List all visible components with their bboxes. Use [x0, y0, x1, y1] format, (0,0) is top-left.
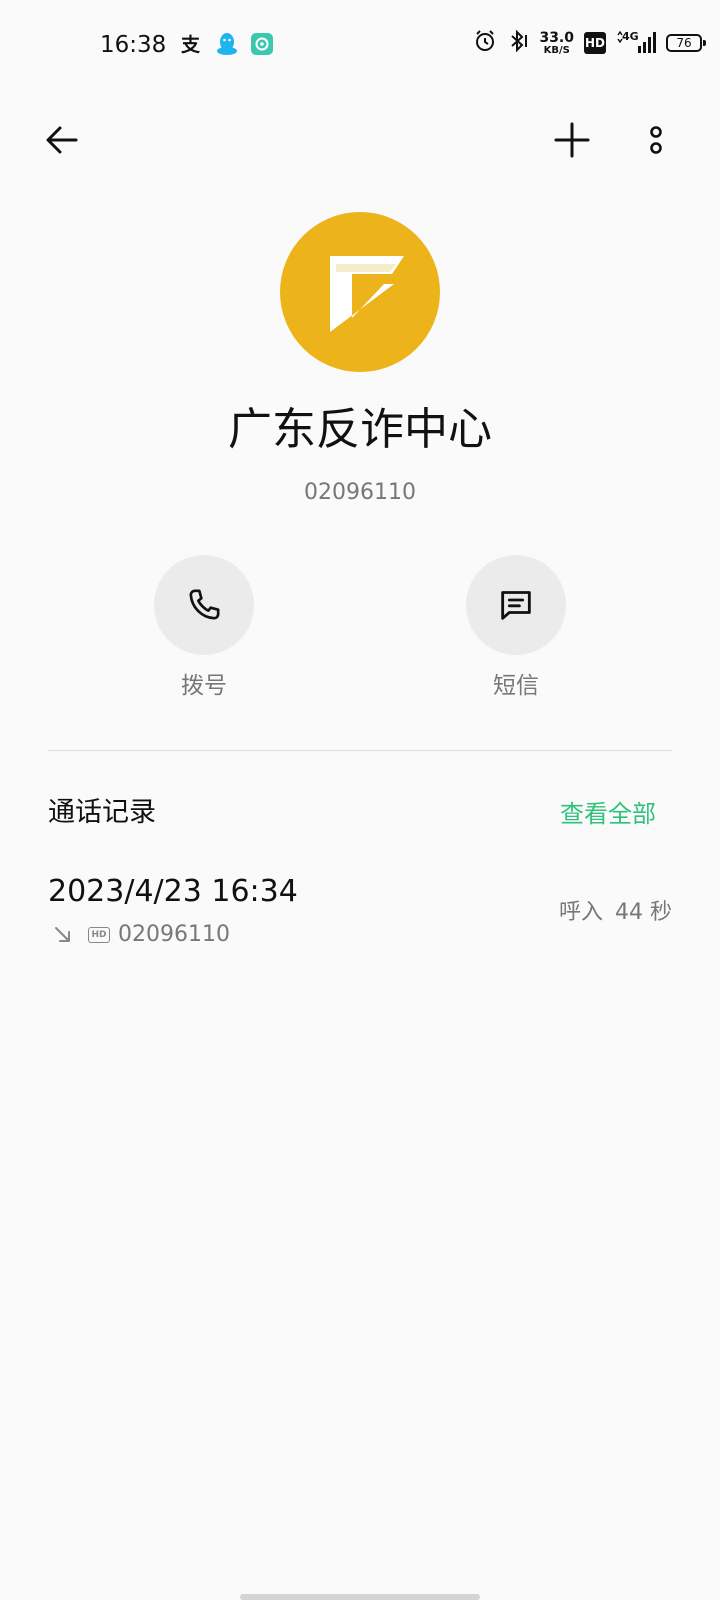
sms-label: 短信 [493, 673, 539, 699]
alarm-icon [473, 29, 497, 57]
home-indicator[interactable] [240, 1594, 480, 1600]
alipay-icon: 支 [180, 33, 204, 59]
call-details: HD 02096110 [52, 920, 230, 950]
arrow-left-icon [46, 126, 78, 154]
hd-badge: HD [584, 32, 606, 54]
phone-icon [189, 589, 220, 620]
call-log-row[interactable]: 2023/4/23 16:34 HD 02096110 呼入 44 秒 [0, 860, 720, 970]
plus-icon [554, 122, 590, 158]
back-button[interactable] [36, 114, 88, 166]
qq-icon [216, 32, 238, 60]
message-icon [501, 591, 531, 620]
more-vertical-icon [650, 126, 662, 154]
call-type-duration: 呼入 44 秒 [559, 898, 672, 928]
view-all-link[interactable]: 查看全部 [560, 797, 656, 831]
signal-icon: 4G [616, 31, 656, 55]
contact-detail-screen: 16:38 支 33.0 KB/S HD 4G 76 广东反诈中心 020961… [0, 0, 720, 1600]
add-contact-button[interactable] [546, 114, 598, 166]
incoming-call-icon [55, 927, 70, 942]
contact-number: 02096110 [304, 480, 416, 505]
battery-icon: 76 [666, 34, 706, 52]
more-options-button[interactable] [630, 114, 682, 166]
bluetooth-icon [507, 29, 529, 57]
status-time: 16:38 [100, 32, 167, 58]
dial-button[interactable]: 拨号 [134, 555, 274, 701]
network-speed-value: 33.0 [539, 29, 574, 46]
call-duration: 44 秒 [615, 900, 672, 925]
sms-button-circle[interactable] [466, 555, 566, 655]
call-type: 呼入 [558, 900, 603, 925]
contact-name: 广东反诈中心 [228, 404, 492, 455]
sms-button[interactable]: 短信 [446, 555, 586, 701]
app-icon [250, 32, 274, 60]
status-bar: 16:38 支 33.0 KB/S HD 4G 76 [0, 0, 720, 90]
network-speed: 33.0 KB/S [539, 31, 574, 56]
call-datetime: 2023/4/23 16:34 [48, 874, 298, 909]
contact-avatar [280, 212, 440, 372]
dial-button-circle[interactable] [154, 555, 254, 655]
call-number: 02096110 [118, 922, 230, 947]
dial-label: 拨号 [181, 673, 227, 699]
notification-icons: 支 [180, 32, 274, 60]
hd-call-icon: HD [88, 927, 110, 943]
section-divider [48, 750, 672, 751]
network-speed-unit: KB/S [543, 44, 570, 56]
svg-text:支: 支 [180, 34, 201, 55]
call-log-title: 通话记录 [48, 797, 156, 828]
anti-fraud-logo-icon [330, 256, 404, 332]
system-icons: 33.0 KB/S HD 4G 76 [473, 29, 706, 57]
